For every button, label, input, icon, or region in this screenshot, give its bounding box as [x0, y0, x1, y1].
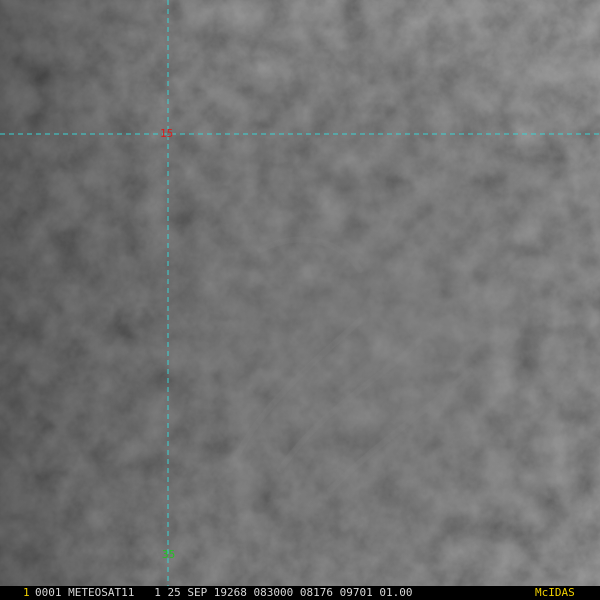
frame-number: 1 [23, 586, 30, 599]
satellite-cloud-image [0, 0, 600, 586]
latitude-label: 15 [160, 127, 174, 140]
status-bar: 1 0001 METEOSAT11 1 25 SEP 19268 083000 … [0, 586, 600, 600]
satellite-viewer: 15 35 1 0001 METEOSAT11 1 25 SEP 19268 0… [0, 0, 600, 600]
image-info-text: 0001 METEOSAT11 1 25 SEP 19268 083000 08… [35, 586, 413, 599]
longitude-label: 35 [162, 548, 176, 561]
mcidas-brand-label: McIDAS [535, 586, 575, 599]
